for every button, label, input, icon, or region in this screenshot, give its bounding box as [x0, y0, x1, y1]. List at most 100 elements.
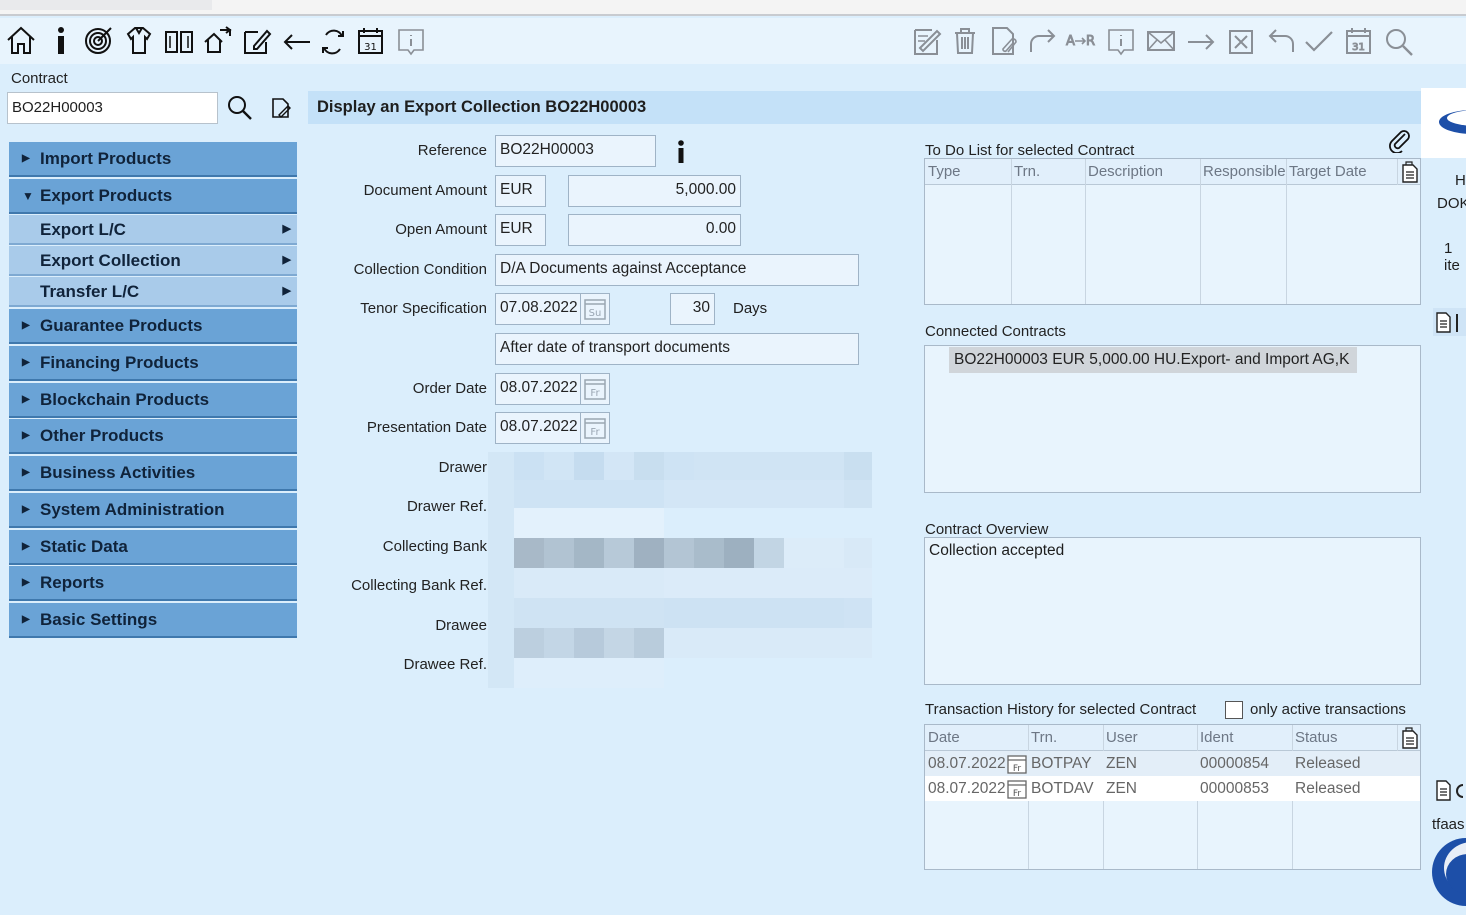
document-amount-label: Document Amount: [363, 182, 487, 199]
refresh-icon[interactable]: [316, 22, 350, 58]
search-icon[interactable]: [226, 94, 254, 122]
collection-condition-field[interactable]: D/A Documents against Acceptance: [495, 254, 859, 286]
drawer-ref-label: Drawer Ref.: [406, 498, 487, 515]
todo-col-type[interactable]: Type: [928, 163, 961, 180]
tenor-days-unit: Days: [733, 300, 768, 317]
connected-contract-item[interactable]: BO22H00003 EUR 5,000.00 HU.Export- and I…: [949, 347, 1357, 373]
info-box-icon[interactable]: [394, 22, 428, 58]
drawee-label: Drawee: [435, 617, 487, 634]
presentation-date-label: Presentation Date: [366, 419, 487, 436]
overview-title: Contract Overview: [925, 521, 1049, 538]
document-currency-field[interactable]: EUR: [495, 175, 546, 207]
history-col-ident[interactable]: Ident: [1200, 729, 1233, 746]
home-icon[interactable]: [4, 22, 38, 58]
right-text-4: tfaas: [1432, 816, 1465, 833]
todo-col-target-date[interactable]: Target Date: [1289, 163, 1367, 180]
check-icon[interactable]: [1302, 22, 1336, 58]
calendar-icon[interactable]: Fr: [1007, 779, 1027, 799]
right-text-3: 1 ite: [1444, 240, 1460, 274]
calendar-icon[interactable]: Fr: [1007, 754, 1027, 774]
svg-text:31: 31: [1352, 42, 1365, 53]
open-amount-label: Open Amount: [395, 221, 487, 238]
mail-icon[interactable]: [1144, 22, 1178, 58]
search-icon[interactable]: [1382, 22, 1416, 58]
history-col-user[interactable]: User: [1106, 729, 1138, 746]
tenor-days-field[interactable]: 30: [670, 293, 715, 325]
reference-field[interactable]: BO22H00003: [495, 135, 656, 167]
target-icon[interactable]: [82, 22, 116, 58]
trash-icon[interactable]: [948, 22, 982, 58]
table-row[interactable]: 08.07.2022 Fr BOTPAY ZEN 00000854 Releas…: [925, 751, 1420, 776]
redo-icon[interactable]: [1026, 22, 1060, 58]
svg-text:Fr: Fr: [590, 427, 600, 438]
contract-label: Contract: [11, 70, 68, 87]
document-icon[interactable]: [1433, 308, 1466, 336]
nav-financing-products[interactable]: ▶ Financing Products: [9, 346, 297, 381]
swap-icon[interactable]: AR: [1064, 22, 1098, 58]
order-date-field[interactable]: 08.07.2022: [495, 373, 582, 405]
undo-icon[interactable]: [1264, 22, 1298, 58]
history-grid: Date Trn. User Ident Status 08.07.2022 F…: [924, 724, 1421, 870]
tenor-specification-label: Tenor Specification: [360, 300, 487, 317]
share-house-icon[interactable]: [200, 22, 234, 58]
history-col-trn[interactable]: Trn.: [1031, 729, 1057, 746]
attach-doc-icon[interactable]: [988, 22, 1022, 58]
tenor-text-field[interactable]: After date of transport documents: [495, 333, 859, 365]
order-date-label: Order Date: [412, 380, 487, 397]
calendar-icon[interactable]: Su: [580, 293, 610, 325]
reference-label: Reference: [417, 142, 487, 159]
document-amount-field[interactable]: 5,000.00: [568, 175, 741, 207]
connected-contracts-list: BO22H00003 EUR 5,000.00 HU.Export- and I…: [924, 345, 1421, 493]
open-amount-field[interactable]: 0.00: [568, 214, 741, 246]
calendar-icon[interactable]: Fr: [580, 412, 610, 444]
cancel-box-icon[interactable]: [1224, 22, 1258, 58]
page-title: Display an Export Collection BO22H00003: [308, 91, 1421, 124]
forward-arrow-icon[interactable]: [1184, 22, 1218, 58]
book-icon[interactable]: [162, 22, 196, 58]
copy-icon[interactable]: [1400, 161, 1420, 183]
document-icon[interactable]: [1433, 776, 1466, 804]
shirt-icon[interactable]: [122, 22, 156, 58]
svg-text:31: 31: [364, 42, 377, 53]
edit-icon[interactable]: [240, 22, 274, 58]
collection-condition-label: Collection Condition: [353, 261, 487, 278]
svg-text:R: R: [1086, 34, 1095, 49]
table-row[interactable]: 08.07.2022 Fr BOTDAV ZEN 00000853 Releas…: [925, 776, 1420, 801]
collecting-bank-ref-label: Collecting Bank Ref.: [351, 577, 487, 594]
contract-input[interactable]: BO22H00003: [7, 92, 218, 124]
history-col-status[interactable]: Status: [1295, 729, 1338, 746]
calendar-icon[interactable]: Fr: [580, 373, 610, 405]
info-box-icon[interactable]: [1104, 22, 1138, 58]
todo-col-responsible[interactable]: Responsible: [1203, 163, 1286, 180]
svg-text:Fr: Fr: [1013, 789, 1022, 799]
todo-grid-header: Type Trn. Description Responsible Target…: [925, 159, 1420, 185]
todo-grid: Type Trn. Description Responsible Target…: [924, 158, 1421, 305]
calendar-icon[interactable]: 31: [354, 22, 388, 58]
overview-text: Collection accepted: [929, 542, 1065, 559]
open-currency-field[interactable]: EUR: [495, 214, 546, 246]
info-icon[interactable]: [44, 22, 78, 58]
only-active-checkbox[interactable]: [1225, 701, 1243, 719]
calendar-icon[interactable]: 31: [1342, 22, 1376, 58]
edit-doc-icon[interactable]: [910, 22, 944, 58]
history-title: Transaction History for selected Contrac…: [925, 701, 1197, 718]
svg-text:Fr: Fr: [1013, 764, 1022, 774]
logo-panel: [1421, 88, 1466, 158]
redacted-party-fields: [488, 452, 872, 688]
copy-icon[interactable]: [1400, 727, 1420, 749]
drawer-label: Drawer: [438, 459, 487, 476]
browser-tab: [0, 0, 212, 10]
back-arrow-icon[interactable]: [280, 22, 314, 58]
presentation-date-field[interactable]: 08.07.2022: [495, 412, 582, 444]
edit-doc-icon[interactable]: [268, 95, 294, 121]
only-active-label: only active transactions: [1250, 701, 1406, 718]
todo-title: To Do List for selected Contract: [925, 142, 1135, 159]
tenor-date-field[interactable]: 07.08.2022: [495, 293, 582, 325]
logo-circle: [1428, 838, 1466, 908]
paperclip-icon[interactable]: [1386, 127, 1412, 154]
right-text-2: DOK: [1437, 195, 1466, 212]
info-icon[interactable]: [672, 137, 690, 165]
todo-col-trn[interactable]: Trn.: [1014, 163, 1040, 180]
todo-col-description[interactable]: Description: [1088, 163, 1163, 180]
history-col-date[interactable]: Date: [928, 729, 960, 746]
